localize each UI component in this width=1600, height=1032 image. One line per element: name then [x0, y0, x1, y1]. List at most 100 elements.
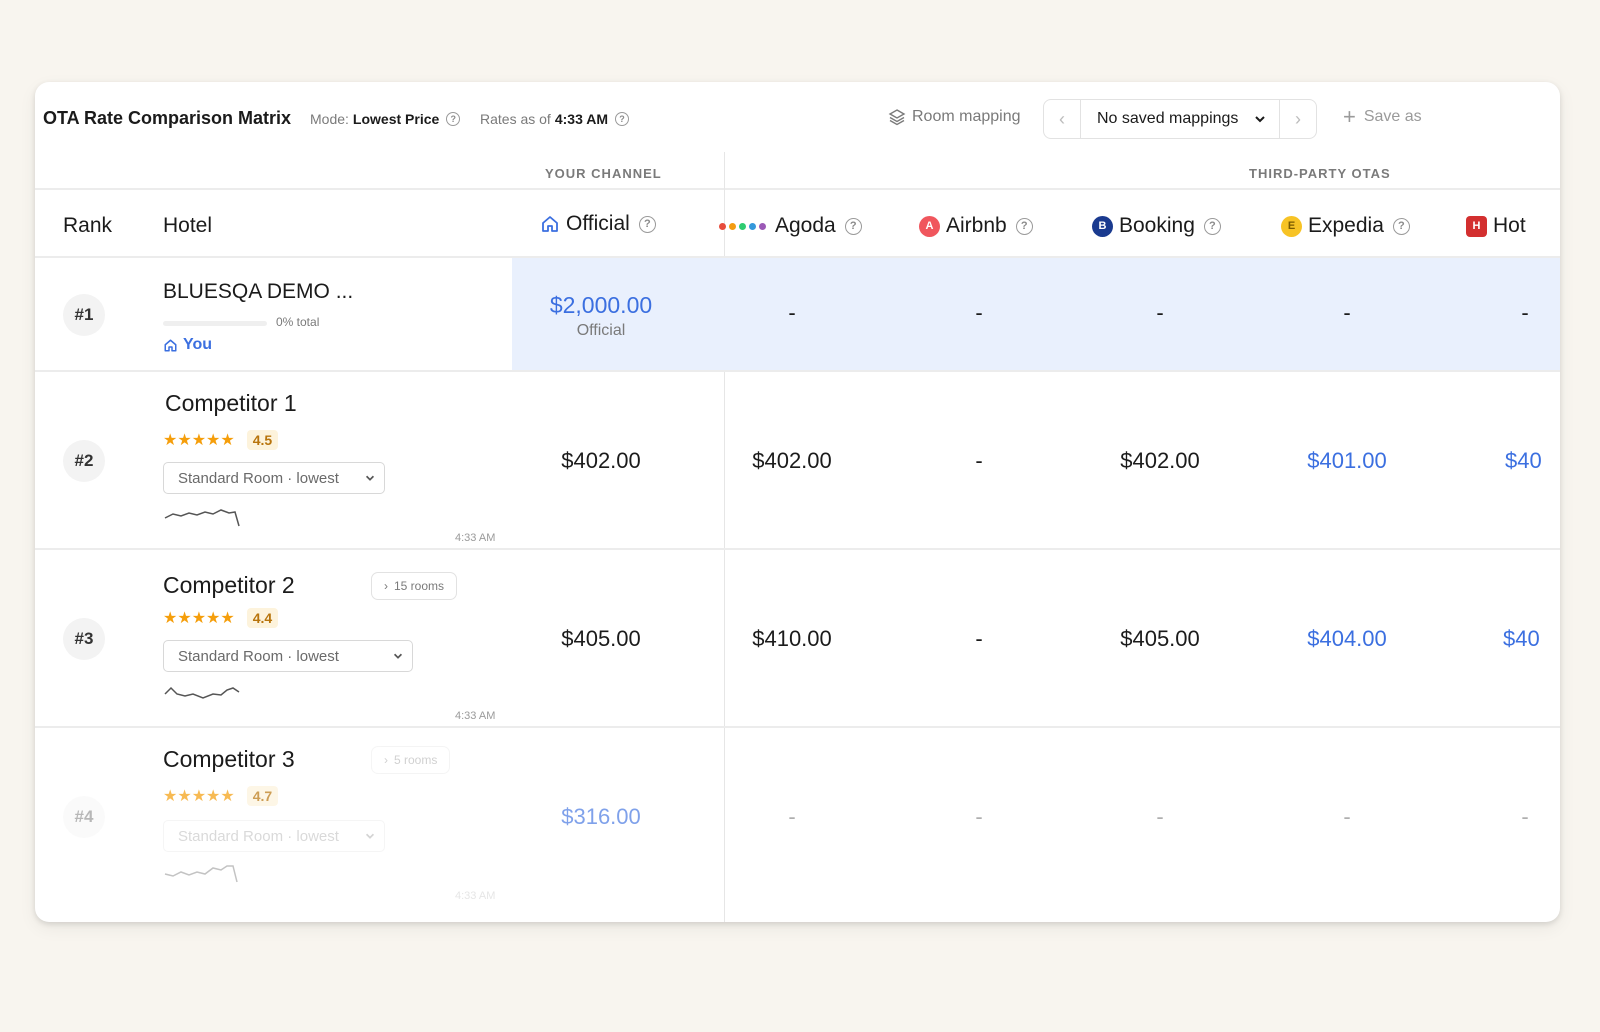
col-hotels-label: Hot	[1493, 214, 1526, 237]
stars-icon: ★★★★★	[163, 788, 235, 805]
chevron-left-icon: ‹	[1059, 108, 1065, 129]
official-price[interactable]: $316.00	[561, 804, 641, 830]
rating-value: 4.4	[246, 608, 279, 628]
booking-price[interactable]: $402.00	[1120, 448, 1200, 474]
hotel-name[interactable]: Competitor 2	[163, 572, 295, 599]
plus-icon: +	[1343, 104, 1356, 129]
official-price[interactable]: $402.00	[561, 448, 641, 474]
col-expedia[interactable]: E Expedia ?	[1281, 214, 1410, 238]
rates-label: Rates as of	[480, 111, 551, 127]
agoda-price[interactable]: $410.00	[752, 626, 832, 652]
chevron-down-icon	[365, 833, 375, 839]
chevron-down-icon	[1255, 116, 1265, 123]
hotels-price[interactable]: $40	[1505, 448, 1542, 474]
hotels-logo-icon: H	[1466, 215, 1487, 237]
you-label: You	[183, 336, 213, 353]
star-rating: ★★★★★ 4.7	[163, 786, 279, 806]
table-row[interactable]: #1 BLUESQA DEMO ... 0% total You $2,000.…	[35, 258, 1560, 372]
price-trend-sparkline	[164, 509, 240, 527]
room-type-select[interactable]: Standard Room · lowest	[163, 640, 413, 672]
agoda-help-icon[interactable]: ?	[844, 217, 862, 235]
booking-price[interactable]: $405.00	[1120, 626, 1200, 652]
chevron-right-icon: ›	[384, 579, 388, 593]
col-rank[interactable]: Rank	[63, 214, 112, 238]
hotels-price: -	[1521, 804, 1529, 829]
home-icon	[164, 339, 177, 351]
chevron-right-icon: ›	[1295, 108, 1301, 129]
rating-value: 4.5	[246, 430, 279, 450]
table-row[interactable]: #3 Competitor 2 › 15 rooms ★★★★★ 4.4 Sta…	[35, 550, 1560, 728]
prev-mapping-button[interactable]: ‹	[1044, 100, 1080, 138]
rate-comparison-card: OTA Rate Comparison Matrix Mode: Lowest …	[35, 82, 1560, 922]
your-channel-label: YOUR CHANNEL	[545, 166, 662, 181]
col-agoda-label: Agoda	[775, 214, 836, 237]
official-price[interactable]: $405.00	[561, 626, 641, 652]
hotel-name[interactable]: BLUESQA DEMO ...	[163, 280, 353, 304]
mode-help-icon[interactable]: ?	[446, 112, 461, 126]
room-mapping-button[interactable]: Room mapping	[888, 108, 1021, 126]
col-booking-label: Booking	[1119, 214, 1195, 237]
room-type-select[interactable]: Standard Room · lowest	[163, 462, 385, 494]
rank-badge: #1	[63, 294, 105, 336]
agoda-price: -	[788, 300, 796, 325]
share-progress-text: 0% total	[276, 315, 320, 329]
rooms-count: 5 rooms	[394, 753, 438, 767]
room-type-select[interactable]: Standard Room · lowest	[163, 820, 385, 852]
rank-badge: #4	[63, 796, 105, 838]
table-row[interactable]: #4 Competitor 3 › 5 rooms ★★★★★ 4.7 Stan…	[35, 728, 1560, 922]
expand-rooms-button[interactable]: › 5 rooms	[371, 746, 451, 774]
hotel-name[interactable]: Competitor 3	[163, 746, 295, 773]
rates-help-icon[interactable]: ?	[615, 112, 629, 126]
stars-icon: ★★★★★	[163, 432, 235, 449]
agoda-price[interactable]: $402.00	[752, 448, 832, 474]
airbnb-price: -	[975, 300, 983, 325]
stars-icon: ★★★★★	[163, 610, 235, 627]
update-time: 4:33 AM	[455, 710, 496, 722]
hotels-price[interactable]: $40	[1503, 626, 1540, 652]
col-hotels[interactable]: H Hot	[1466, 214, 1526, 238]
mapping-dropdown[interactable]: No saved mappings	[1080, 100, 1280, 138]
mapping-selector: ‹ No saved mappings ›	[1043, 99, 1317, 139]
room-type-value: Standard Room · lowest	[178, 827, 339, 845]
mode-indicator: Mode: Lowest Price ?	[310, 111, 461, 127]
rank-badge: #2	[63, 440, 105, 482]
airbnb-help-icon[interactable]: ?	[1015, 217, 1033, 235]
chevron-down-icon	[365, 475, 375, 481]
col-airbnb[interactable]: A Airbnb ?	[919, 214, 1033, 238]
table-row[interactable]: #2 Competitor 1 ★★★★★ 4.5 Standard Room …	[35, 372, 1560, 550]
col-agoda[interactable]: Agoda ?	[719, 214, 862, 238]
expedia-price: -	[1343, 804, 1351, 829]
official-help-icon[interactable]: ?	[638, 215, 656, 233]
column-header-row: Rank Hotel Official ? Agoda ? A Airbnb ?…	[35, 190, 1560, 258]
home-icon	[542, 216, 558, 232]
booking-logo-icon: B	[1092, 215, 1113, 237]
expedia-logo-icon: E	[1281, 215, 1302, 237]
col-booking[interactable]: B Booking ?	[1092, 214, 1221, 238]
hotels-price: -	[1521, 300, 1529, 325]
price-trend-sparkline	[164, 865, 238, 883]
booking-help-icon[interactable]: ?	[1203, 217, 1221, 235]
expedia-price[interactable]: $404.00	[1307, 626, 1387, 652]
airbnb-logo-icon: A	[919, 215, 940, 237]
mode-value: Lowest Price	[352, 111, 440, 127]
update-time: 4:33 AM	[455, 890, 496, 902]
chevron-right-icon: ›	[384, 753, 388, 767]
official-price[interactable]: $2,000.00	[550, 292, 652, 319]
airbnb-price: -	[975, 626, 983, 651]
chevron-down-icon	[393, 653, 403, 659]
booking-price: -	[1156, 300, 1164, 325]
price-trend-sparkline	[164, 686, 240, 699]
expand-rooms-button[interactable]: › 15 rooms	[371, 572, 458, 600]
mapping-dropdown-value: No saved mappings	[1097, 110, 1239, 127]
you-indicator: You	[163, 336, 212, 354]
mode-label: Mode:	[310, 111, 349, 127]
next-mapping-button[interactable]: ›	[1280, 100, 1316, 138]
col-hotel[interactable]: Hotel	[163, 214, 212, 238]
save-as-label: Save as	[1363, 108, 1422, 125]
hotel-name[interactable]: Competitor 1	[165, 390, 297, 417]
col-official[interactable]: Official ?	[540, 212, 656, 236]
room-type-value: Standard Room · lowest	[178, 469, 339, 487]
expedia-help-icon[interactable]: ?	[1392, 217, 1410, 235]
expedia-price[interactable]: $401.00	[1307, 448, 1387, 474]
save-as-button[interactable]: + Save as	[1343, 104, 1422, 129]
